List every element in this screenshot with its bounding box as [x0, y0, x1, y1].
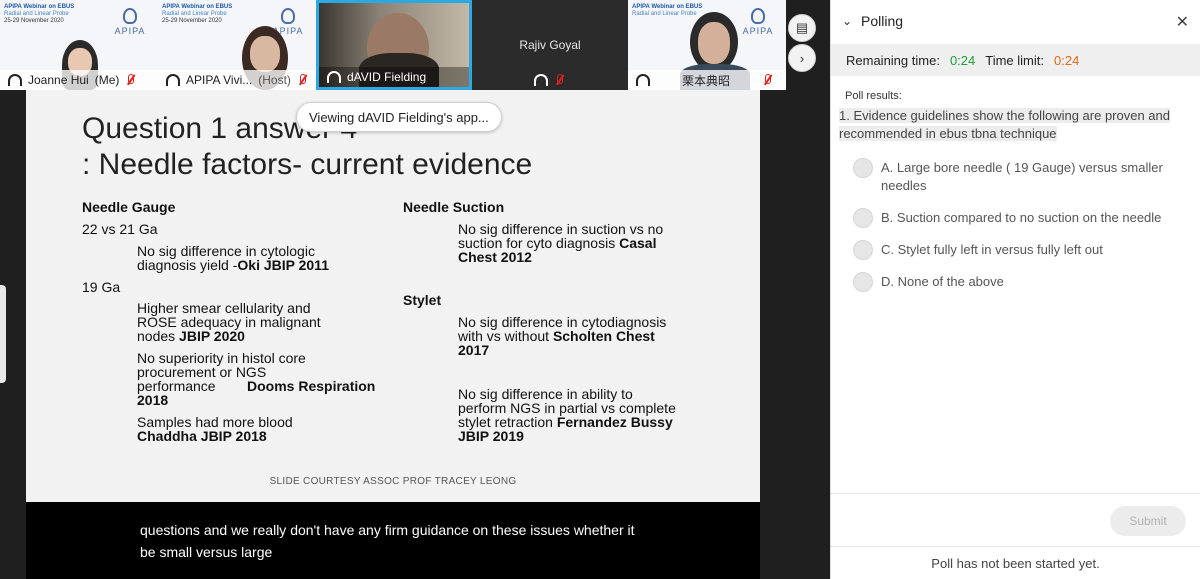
time-limit-value: 0:24 [1054, 52, 1080, 68]
participant-name: Joanne Hui [28, 73, 89, 87]
headset-icon [8, 74, 22, 86]
video-strip: APIPA Webinar on EBUS Radial and Linear … [0, 0, 830, 90]
muted-mic-icon [297, 74, 307, 86]
suction-text-3: Chest 2012 [458, 249, 532, 265]
chevron-right-icon[interactable]: › [788, 44, 816, 72]
participant-name: APIPA Vivi... [186, 73, 253, 87]
oki-text-2: diagnosis yield -Oki JBIP 2011 [137, 257, 329, 273]
participant-role: (Me) [94, 73, 120, 87]
viewing-screen-banner[interactable]: Viewing dAVID Fielding's app... [296, 102, 502, 132]
participant-namebar [472, 70, 628, 90]
heading-stylet: Stylet [403, 292, 442, 308]
divider [831, 546, 1200, 547]
headset-icon [534, 74, 548, 86]
option-label: A. Large bore needle ( 19 Gauge) versus … [881, 160, 1163, 193]
apipa-logo: APIPA [740, 8, 776, 36]
live-captions: questions and we really don't have any f… [26, 502, 760, 579]
core-text-4: 2018 [137, 392, 169, 408]
ngs-text-4: JBIP 2019 [458, 428, 524, 444]
core-text-2: procurement or NGS [137, 364, 267, 380]
poll-option-b[interactable]: B. Suction compared to no suction on the… [853, 208, 1183, 228]
video-tile-apipa-host[interactable]: APIPA Webinar on EBUS Radial and Linear … [158, 0, 316, 90]
submit-button[interactable]: Submit [1110, 506, 1186, 536]
video-tile-kurimoto[interactable]: APIPA Webinar on EBUS Radial and Linear … [628, 0, 786, 90]
slide-title-line2: : Needle factors- current evidence [82, 148, 533, 181]
option-label: D. None of the above [881, 274, 1004, 289]
option-label: C. Stylet fully left in versus fully lef… [881, 242, 1103, 257]
poll-status-text: Poll has not been started yet. [931, 556, 1100, 571]
poll-question: 1. Evidence guidelines show the followin… [839, 108, 1170, 141]
muted-mic-icon [125, 74, 135, 86]
smear-text-1: Higher smear cellularity and [137, 300, 311, 316]
participant-name: 栗本典昭 [682, 73, 731, 88]
polling-header: ⌄ Polling ✕ [831, 0, 1200, 42]
stylet-text-3: 2017 [458, 342, 490, 358]
heading-needle-suction: Needle Suction [403, 199, 505, 215]
option-label: B. Suction compared to no suction on the… [881, 210, 1162, 225]
radio-button[interactable] [853, 158, 873, 178]
participant-namebar: Joanne Hui (Me) [0, 70, 158, 90]
polling-panel: ⌄ Polling ✕ Remaining time: 0:24 Time li… [830, 0, 1200, 579]
poll-option-a[interactable]: A. Large bore needle ( 19 Gauge) versus … [853, 158, 1183, 195]
headset-icon [327, 71, 341, 83]
time-limit-label: Time limit: [985, 52, 1044, 68]
muted-mic-icon [762, 74, 772, 86]
stylet-text-1: No sig difference in cytodiagnosis [458, 314, 667, 330]
radio-button[interactable] [853, 208, 873, 228]
remaining-time-label: Remaining time: [846, 52, 940, 68]
presentation-slide: Question 1 answer 4 : Needle factors- cu… [26, 90, 760, 502]
shared-screen-area: APIPA Webinar on EBUS Radial and Linear … [0, 0, 830, 579]
close-icon[interactable]: ✕ [1176, 12, 1189, 32]
core-text-3b: Dooms Respiration [247, 378, 376, 394]
slide-credit: SLIDE COURTESY ASSOC PROF TRACEY LEONG [269, 476, 517, 487]
poll-option-c[interactable]: C. Stylet fully left in versus fully lef… [853, 240, 1183, 260]
side-panel-handle[interactable] [0, 285, 6, 383]
poll-results-label: Poll results: [845, 90, 902, 102]
video-tile-joanne[interactable]: APIPA Webinar on EBUS Radial and Linear … [0, 0, 158, 90]
video-tile-david-active-speaker[interactable]: dAVID Fielding [316, 0, 472, 90]
participant-name: dAVID Fielding [347, 70, 427, 84]
timer-row: Remaining time: 0:24 Time limit: 0:24 [831, 44, 1200, 76]
suction-text-2: suction for cyto diagnosis Casal [458, 235, 657, 251]
ngs-text-1: No sig difference in ability to [458, 386, 633, 402]
gauge-22-label: 22 vs 21 Ga [82, 221, 158, 237]
remaining-time-value: 0:24 [949, 52, 976, 68]
smear-text-2: ROSE adequacy in malignant [137, 314, 321, 330]
video-tile-rajiv[interactable]: Rajiv Goyal [472, 0, 628, 90]
tile-slide-text: APIPA Webinar on EBUS Radial and Linear … [4, 4, 75, 24]
gauge-19-label: 19 Ga [82, 279, 121, 295]
video-strip-controls: ▤ › [788, 14, 820, 74]
smear-text-3: nodes JBIP 2020 [137, 328, 245, 344]
ngs-text-3: stylet retraction Fernandez Bussy [458, 414, 673, 430]
core-text-3a: performance [137, 378, 216, 394]
radio-button[interactable] [853, 240, 873, 260]
caption-line-1: questions and we really don't have any f… [140, 522, 635, 538]
participant-role: (Host) [258, 73, 291, 87]
ngs-text-2: perform NGS in partial vs complete [458, 400, 676, 416]
muted-mic-icon [554, 74, 564, 86]
headset-icon [636, 74, 650, 86]
tile-slide-text: APIPA Webinar on EBUS Radial and Linear … [632, 4, 703, 17]
heading-needle-gauge: Needle Gauge [82, 199, 176, 215]
headset-icon [166, 74, 180, 86]
polling-title: Polling [861, 13, 904, 29]
divider [831, 493, 1200, 494]
core-text-1: No superiority in histol core [137, 350, 306, 366]
poll-option-d[interactable]: D. None of the above [853, 272, 1183, 292]
oki-text-1: No sig difference in cytologic [137, 243, 315, 259]
radio-button[interactable] [853, 272, 873, 292]
participant-namebar: 栗本典昭 [628, 70, 786, 90]
blood-text-2: Chaddha JBIP 2018 [137, 428, 267, 444]
blood-text-1: Samples had more blood [137, 414, 293, 430]
chevron-down-icon[interactable]: ⌄ [841, 14, 853, 28]
participant-namebar: APIPA Vivi... (Host) [158, 70, 316, 90]
participant-name-center: Rajiv Goyal [519, 38, 581, 52]
gallery-layout-icon[interactable]: ▤ [788, 14, 816, 42]
suction-text-1: No sig difference in suction vs no [458, 221, 664, 237]
participant-namebar: dAVID Fielding [319, 67, 469, 87]
apipa-logo: APIPA [112, 8, 148, 36]
caption-line-2: be small versus large [140, 544, 273, 560]
tile-slide-text: APIPA Webinar on EBUS Radial and Linear … [162, 4, 233, 24]
stylet-text-2: with vs without Scholten Chest [458, 328, 655, 344]
